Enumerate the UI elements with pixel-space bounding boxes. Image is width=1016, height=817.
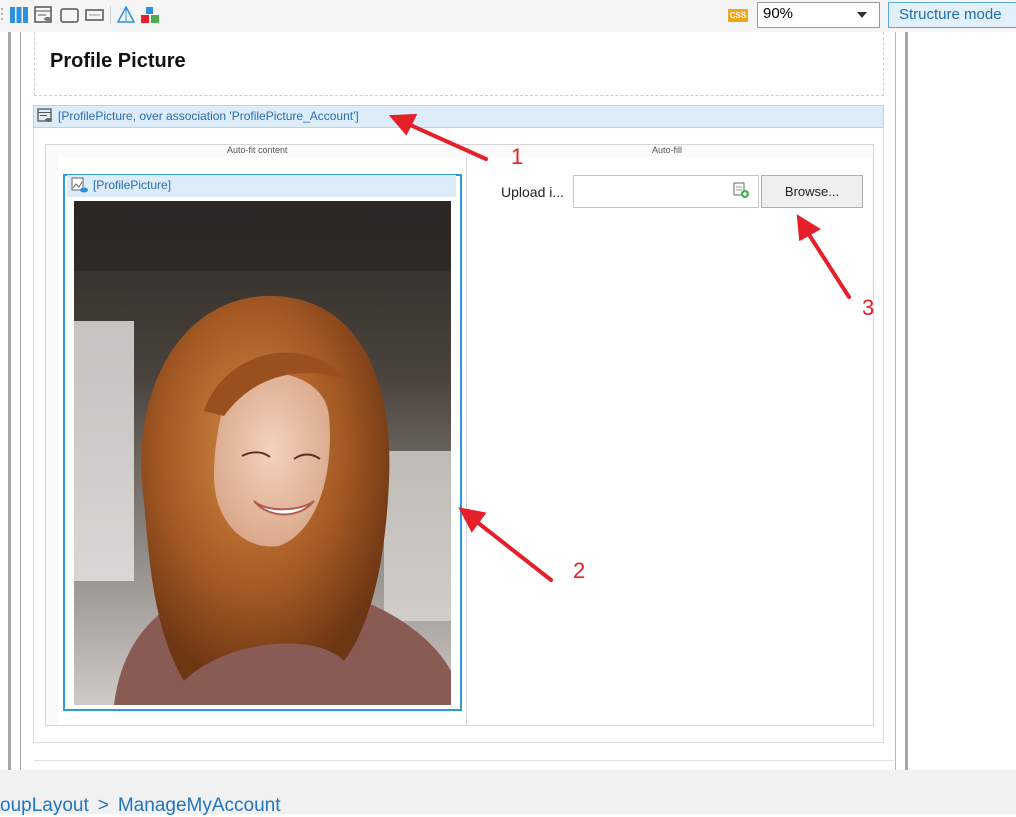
breadcrumb-separator: > <box>97 795 109 816</box>
arrow-3-icon <box>806 231 851 299</box>
annotation-label-3: 3 <box>862 295 875 320</box>
arrow-2-icon <box>475 520 553 582</box>
arrow-1-icon <box>406 122 488 161</box>
annotation-label-1: 1 <box>511 144 524 169</box>
arrowhead-1-icon <box>388 113 418 136</box>
canvas-bottom-divider <box>34 760 894 761</box>
annotation-arrows <box>388 113 851 582</box>
annotation-label-2: 2 <box>573 558 586 583</box>
arrowhead-3-icon <box>796 214 821 242</box>
breadcrumb-item-layout[interactable]: oupLayout <box>0 795 89 816</box>
breadcrumb-item-page[interactable]: ManageMyAccount <box>118 795 281 816</box>
